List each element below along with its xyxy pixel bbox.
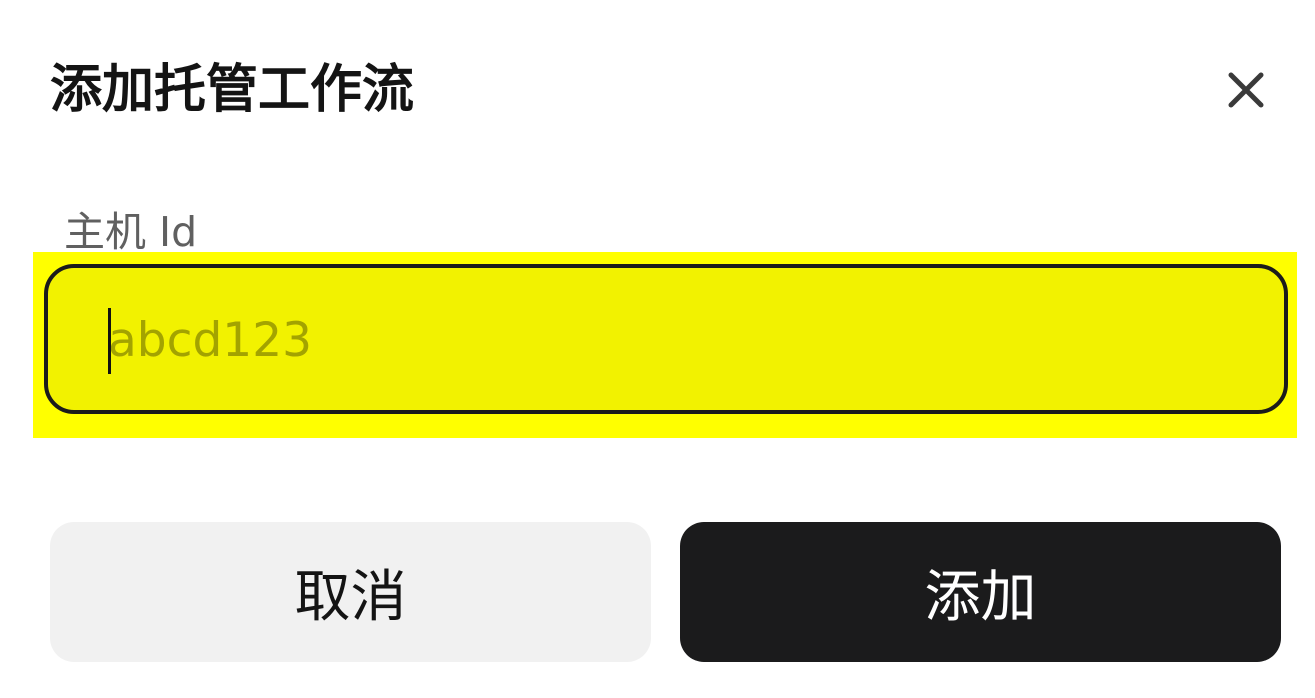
close-button[interactable] xyxy=(1218,62,1274,118)
add-button[interactable]: 添加 xyxy=(680,522,1281,662)
add-hosted-workflow-dialog: 添加托管工作流 主机 Id 取消 添加 xyxy=(0,0,1315,698)
cancel-button[interactable]: 取消 xyxy=(50,522,651,662)
host-id-input[interactable] xyxy=(108,306,1208,374)
dialog-title: 添加托管工作流 xyxy=(50,60,415,120)
host-id-input-box[interactable] xyxy=(44,264,1288,414)
close-icon xyxy=(1228,72,1264,108)
text-caret xyxy=(108,308,111,374)
